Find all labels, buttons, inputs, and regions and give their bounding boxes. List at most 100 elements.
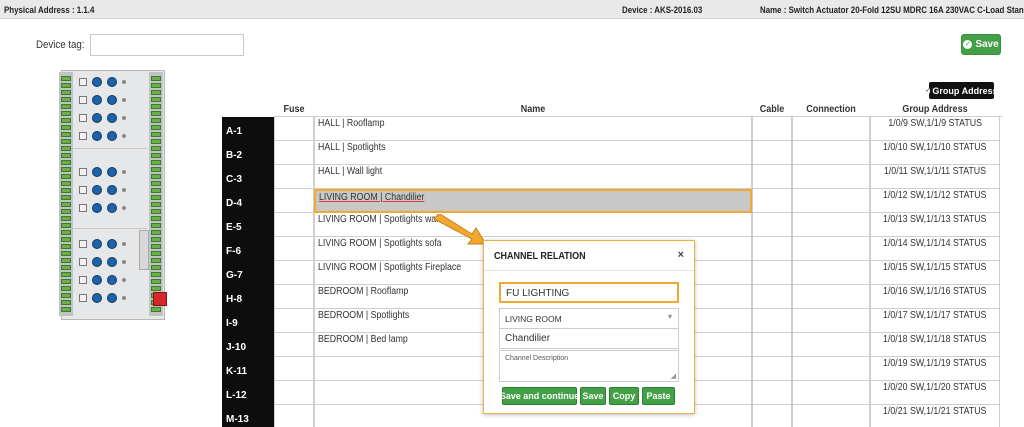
group-address-button-label: Group Address <box>932 85 998 96</box>
save-button[interactable]: ✓ Save <box>961 34 1001 55</box>
cable-cell[interactable] <box>752 357 792 381</box>
group-address-cell[interactable]: 1/0/21 SW,1/1/21 STATUS <box>870 405 1000 427</box>
group-address-cell[interactable]: 1/0/17 SW,1/1/17 STATUS <box>870 309 1000 333</box>
group-address-cell[interactable]: 1/0/13 SW,1/1/13 STATUS <box>870 213 1000 237</box>
cable-cell[interactable] <box>752 261 792 285</box>
connection-cell[interactable] <box>792 381 870 405</box>
terminal-icon <box>61 188 71 193</box>
group-address-cell[interactable]: 1/0/14 SW,1/1/14 STATUS <box>870 237 1000 261</box>
terminal-icon <box>151 272 161 277</box>
cable-cell[interactable] <box>752 309 792 333</box>
cable-cell[interactable] <box>752 165 792 189</box>
name-cell[interactable]: HALL | Rooflamp <box>314 117 752 141</box>
group-address-cell[interactable]: 1/0/10 SW,1/1/10 STATUS <box>870 141 1000 165</box>
name-cell-text: HALL | Rooflamp <box>318 118 385 129</box>
connection-cell[interactable] <box>792 333 870 357</box>
close-icon[interactable]: × <box>678 249 684 261</box>
device-tag-input[interactable] <box>90 34 244 56</box>
terminal-icon <box>151 97 161 102</box>
cable-cell[interactable] <box>752 381 792 405</box>
fuse-cell[interactable] <box>274 141 314 165</box>
fuse-cell[interactable] <box>274 213 314 237</box>
cable-cell[interactable] <box>752 237 792 261</box>
row-label: G-7 <box>222 261 274 285</box>
fuse-cell[interactable] <box>274 237 314 261</box>
fuse-cell[interactable] <box>274 333 314 357</box>
device-channel-row <box>79 292 139 304</box>
save-and-continue-button[interactable]: Save and continue <box>500 387 579 405</box>
group-address-cell[interactable]: 1/0/18 SW,1/1/18 STATUS <box>870 333 1000 357</box>
group-address-cell[interactable]: 1/0/15 SW,1/1/15 STATUS <box>870 261 1000 285</box>
device-tag-label: Device tag: <box>36 39 85 51</box>
device-channel-row <box>79 76 139 88</box>
terminal-icon <box>61 209 71 214</box>
fuse-cell[interactable] <box>274 117 314 141</box>
header-fuse: Fuse <box>283 104 305 115</box>
group-address-cell[interactable]: 1/0/16 SW,1/1/16 STATUS <box>870 285 1000 309</box>
fuse-cell[interactable] <box>274 357 314 381</box>
top-info-bar: Physical Address : 1.1.4 Device : AKS-20… <box>0 0 1024 19</box>
cable-cell[interactable] <box>752 405 792 427</box>
device-divider <box>73 148 147 149</box>
function-field[interactable]: FU LIGHTING <box>499 282 679 303</box>
group-address-cell-text: 1/0/10 SW,1/1/10 STATUS <box>883 142 987 153</box>
terminal-icon <box>61 279 71 284</box>
connection-cell[interactable] <box>792 165 870 189</box>
group-address-cell[interactable]: 1/0/19 SW,1/1/19 STATUS <box>870 357 1000 381</box>
terminal-icon <box>151 265 161 270</box>
fuse-cell[interactable] <box>274 309 314 333</box>
group-address-button[interactable]: ✓ Group Address <box>925 82 998 99</box>
group-address-cell[interactable]: 1/0/9 SW,1/1/9 STATUS <box>870 117 1000 141</box>
name-cell[interactable]: HALL | Wall light <box>314 165 752 189</box>
terminal-icon <box>151 132 161 137</box>
fuse-cell[interactable] <box>274 405 314 427</box>
name-cell[interactable]: LIVING ROOM | Chandilier <box>314 189 752 213</box>
name-cell[interactable]: HALL | Spotlights <box>314 141 752 165</box>
group-address-cell-text: 1/0/11 SW,1/1/11 STATUS <box>883 166 987 177</box>
cable-cell[interactable] <box>752 333 792 357</box>
cable-cell[interactable] <box>752 213 792 237</box>
channel-name-field[interactable]: Chandilier <box>499 328 679 349</box>
fuse-cell[interactable] <box>274 261 314 285</box>
cable-cell[interactable] <box>752 117 792 141</box>
cable-cell[interactable] <box>752 189 792 213</box>
dialog-save-button[interactable]: Save <box>580 387 606 405</box>
connection-cell[interactable] <box>792 309 870 333</box>
terminal-icon <box>151 104 161 109</box>
copy-button[interactable]: Copy <box>609 387 639 405</box>
cable-cell[interactable] <box>752 285 792 309</box>
fuse-cell[interactable] <box>274 285 314 309</box>
terminal-icon <box>151 125 161 130</box>
paste-button[interactable]: Paste <box>642 387 675 405</box>
device-id: Device : AKS-2016.03 <box>622 5 703 15</box>
connection-cell[interactable] <box>792 213 870 237</box>
terminal-icon <box>61 300 71 305</box>
channel-description-field[interactable]: Channel Description ◢ <box>499 350 679 382</box>
resize-handle-icon[interactable]: ◢ <box>671 372 676 380</box>
connection-cell[interactable] <box>792 285 870 309</box>
name-cell[interactable]: LIVING ROOM | Spotlights wall <box>314 213 752 237</box>
room-select[interactable]: LIVING ROOM ▾ <box>499 308 679 329</box>
group-address-cell[interactable]: 1/0/12 SW,1/1/12 STATUS <box>870 189 1000 213</box>
connection-cell[interactable] <box>792 237 870 261</box>
room-select-value: LIVING ROOM <box>505 314 562 324</box>
group-address-cell[interactable]: 1/0/20 SW,1/1/20 STATUS <box>870 381 1000 405</box>
fuse-cell[interactable] <box>274 165 314 189</box>
connection-cell[interactable] <box>792 141 870 165</box>
terminal-icon <box>61 237 71 242</box>
connection-cell[interactable] <box>792 117 870 141</box>
connection-cell[interactable] <box>792 357 870 381</box>
cable-cell[interactable] <box>752 141 792 165</box>
connection-cell[interactable] <box>792 405 870 427</box>
row-label: L-12 <box>222 381 274 405</box>
group-address-cell-text: 1/0/15 SW,1/1/15 STATUS <box>883 262 987 273</box>
device-channel-row <box>79 184 139 196</box>
fuse-cell[interactable] <box>274 189 314 213</box>
terminal-icon <box>151 307 161 312</box>
group-address-cell[interactable]: 1/0/11 SW,1/1/11 STATUS <box>870 165 1000 189</box>
fuse-cell[interactable] <box>274 381 314 405</box>
connection-cell[interactable] <box>792 189 870 213</box>
terminal-icon <box>151 251 161 256</box>
terminal-icon <box>61 272 71 277</box>
connection-cell[interactable] <box>792 261 870 285</box>
